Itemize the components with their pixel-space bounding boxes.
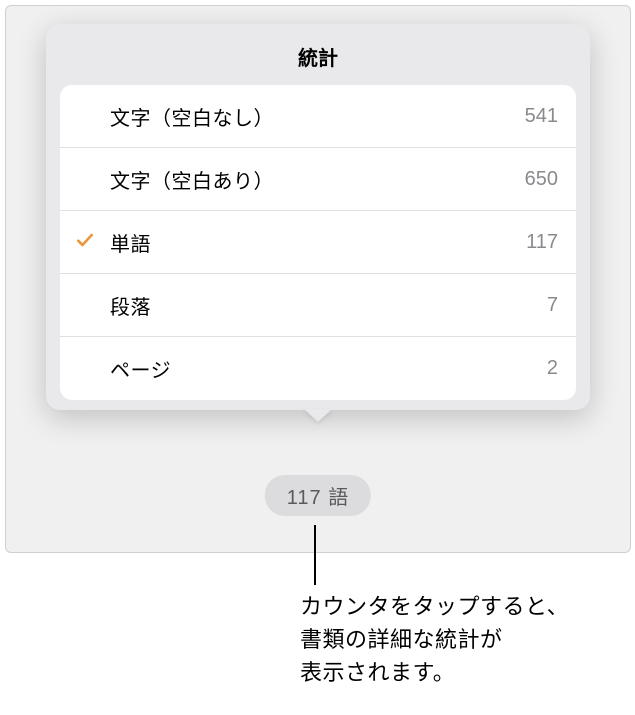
- stat-row-words[interactable]: 単語 117: [60, 211, 576, 274]
- word-counter-button[interactable]: 117 語: [265, 475, 371, 516]
- callout-line-2: 書類の詳細な統計が: [300, 623, 569, 656]
- callout-line: [314, 525, 316, 585]
- stat-row-chars-no-spaces[interactable]: 文字（空白なし） 541: [60, 85, 576, 148]
- stat-row-pages[interactable]: ページ 2: [60, 337, 576, 400]
- stat-label: 文字（空白あり）: [110, 165, 525, 194]
- popover-arrow-icon: [304, 409, 332, 422]
- callout-text: カウンタをタップすると、 書類の詳細な統計が 表示されます。: [300, 590, 569, 689]
- stat-label: 段落: [110, 291, 547, 320]
- callout-line-1: カウンタをタップすると、: [300, 590, 569, 623]
- stat-value: 2: [547, 357, 558, 380]
- stat-label: 単語: [110, 228, 526, 257]
- stat-label: 文字（空白なし）: [110, 102, 525, 131]
- popover-title: 統計: [46, 24, 590, 85]
- checkmark-icon: [75, 230, 95, 255]
- statistics-list: 文字（空白なし） 541 文字（空白あり） 650 単語 117: [60, 85, 576, 400]
- stat-value: 541: [525, 105, 558, 128]
- statistics-popover: 統計 文字（空白なし） 541 文字（空白あり） 650: [46, 24, 590, 410]
- app-window: 統計 文字（空白なし） 541 文字（空白あり） 650: [5, 5, 631, 553]
- stat-row-paragraphs[interactable]: 段落 7: [60, 274, 576, 337]
- check-cell: [60, 230, 110, 255]
- stat-value: 7: [547, 294, 558, 317]
- stat-label: ページ: [110, 354, 547, 383]
- stat-value: 650: [525, 168, 558, 191]
- stat-row-chars-with-spaces[interactable]: 文字（空白あり） 650: [60, 148, 576, 211]
- callout-line-3: 表示されます。: [300, 656, 569, 689]
- stat-value: 117: [526, 231, 558, 254]
